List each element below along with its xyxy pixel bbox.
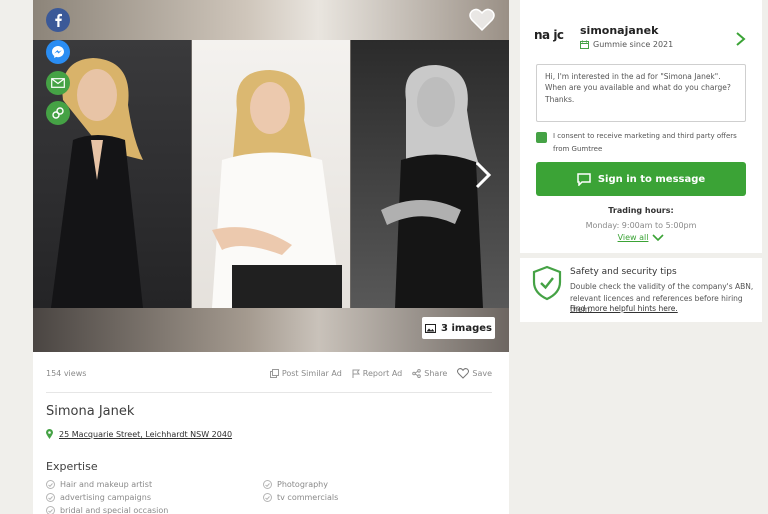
post-similar-label: Post Similar Ad <box>281 369 342 378</box>
location-pin-icon <box>46 429 53 439</box>
chevron-down-icon <box>652 234 665 241</box>
expertise-list-left: Hair and makeup artist advertising campa… <box>46 478 168 514</box>
trading-hours-title: Trading hours: <box>608 206 674 215</box>
expertise-item: Photography <box>263 478 338 491</box>
image-gallery[interactable]: 3 images <box>33 0 509 352</box>
share-icon <box>412 369 422 378</box>
sign-in-label: Sign in to message <box>597 173 706 185</box>
next-image-arrow-icon[interactable] <box>473 160 493 190</box>
facebook-icon <box>55 13 62 27</box>
post-similar-icon <box>269 369 279 378</box>
message-textarea[interactable]: Hi, I'm interested in the ad for "Simona… <box>536 64 746 122</box>
expertise-heading: Expertise <box>46 460 98 473</box>
view-count: 154 views <box>46 369 87 378</box>
trading-hours-value: Monday: 9:00am to 5:00pm <box>585 221 697 230</box>
facebook-share-button[interactable] <box>46 8 70 32</box>
expertise-item: tv commercials <box>263 491 338 504</box>
email-share-button[interactable] <box>46 71 70 95</box>
expertise-item: Hair and makeup artist <box>46 478 168 491</box>
email-icon <box>51 78 65 88</box>
gallery-photo-2[interactable] <box>192 40 350 308</box>
image-count-badge[interactable]: 3 images <box>422 317 495 339</box>
seller-since: Gummie since 2021 <box>580 40 673 49</box>
calendar-icon <box>580 40 589 49</box>
chevron-right-icon[interactable] <box>735 31 747 47</box>
messenger-share-button[interactable] <box>46 40 70 64</box>
check-circle-icon <box>263 493 272 502</box>
ad-address[interactable]: 25 Macquarie Street, Leichhardt NSW 2040 <box>46 429 232 439</box>
post-similar-ad-button[interactable]: Post Similar Ad <box>269 369 342 378</box>
safety-tips-card: Safety and security tips Double check th… <box>520 258 762 322</box>
check-circle-icon <box>46 480 55 489</box>
divider <box>46 392 492 393</box>
link-icon <box>52 107 64 119</box>
ad-meta-row: 154 views Post Similar Ad Report Ad Shar… <box>46 368 492 379</box>
seller-logo[interactable]: na jc <box>534 28 564 42</box>
consent-checkbox-row[interactable]: I consent to receive marketing and third… <box>536 130 746 157</box>
shield-check-icon <box>532 265 562 301</box>
report-ad-label: Report Ad <box>362 369 403 378</box>
share-label: Share <box>424 369 448 378</box>
messenger-icon <box>52 46 64 58</box>
ad-title: Simona Janek <box>46 404 135 419</box>
view-all-label: View all <box>617 233 649 242</box>
sign-in-to-message-button[interactable]: Sign in to message <box>536 162 746 196</box>
safety-hints-link[interactable]: Find more helpful hints here. <box>570 304 678 313</box>
safety-title: Safety and security tips <box>570 267 677 277</box>
ad-details: 154 views Post Similar Ad Report Ad Shar… <box>33 352 509 514</box>
consent-checkbox[interactable] <box>536 132 547 143</box>
image-count-label: 3 images <box>441 322 492 334</box>
consent-label: I consent to receive marketing and third… <box>553 132 737 154</box>
seller-card: na jc simonajanek Gummie since 2021 Hi, … <box>520 0 762 253</box>
heart-outline-icon <box>457 368 470 379</box>
view-all-hours-link[interactable]: View all <box>536 233 746 242</box>
expertise-list-right: Photography tv commercials <box>263 478 338 504</box>
chat-bubble-icon <box>577 172 591 186</box>
expertise-label: Hair and makeup artist <box>60 480 153 489</box>
expertise-label: bridal and special occasion <box>60 506 169 514</box>
expertise-label: Photography <box>277 480 328 489</box>
check-circle-icon <box>46 493 55 502</box>
expertise-label: tv commercials <box>277 493 339 502</box>
seller-name[interactable]: simonajanek <box>580 24 658 37</box>
image-icon <box>425 323 437 333</box>
expertise-item: bridal and special occasion <box>46 504 168 514</box>
save-button[interactable]: Save <box>457 368 492 379</box>
copy-link-button[interactable] <box>46 101 70 125</box>
favourite-heart-icon[interactable] <box>469 8 495 32</box>
gallery-blur-top <box>33 0 509 40</box>
save-label: Save <box>472 369 492 378</box>
share-button[interactable]: Share <box>412 369 447 378</box>
report-ad-button[interactable]: Report Ad <box>352 369 402 378</box>
address-link[interactable]: 25 Macquarie Street, Leichhardt NSW 2040 <box>59 430 232 439</box>
flag-icon <box>352 369 360 378</box>
check-circle-icon <box>46 506 55 514</box>
check-circle-icon <box>263 480 272 489</box>
expertise-label: advertising campaigns <box>60 493 151 502</box>
seller-since-label: Gummie since 2021 <box>593 40 674 49</box>
expertise-item: advertising campaigns <box>46 491 168 504</box>
